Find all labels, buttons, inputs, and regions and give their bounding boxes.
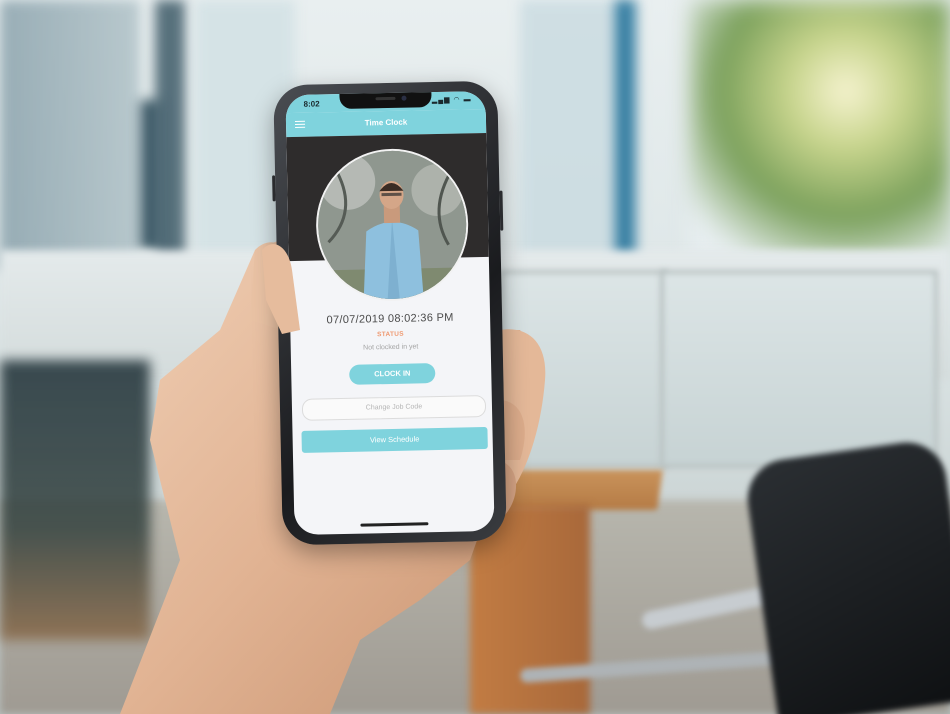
phone-notch <box>339 91 432 110</box>
person-photo <box>316 149 468 301</box>
phone-screen: 8:02 ▂▄▆ ◠ ▬ Time Clock 07/07/2019 08:02… <box>285 90 495 536</box>
clock-in-button[interactable]: CLOCK IN <box>349 363 436 385</box>
signal-icon: ▂▄▆ <box>431 96 451 105</box>
status-label: STATUS <box>376 330 404 339</box>
camera-icon <box>401 95 407 101</box>
battery-icon: ▬ <box>463 96 472 104</box>
wifi-icon: ◠ <box>453 96 461 104</box>
current-datetime: 07/07/2019 08:02:36 PM <box>326 311 454 327</box>
view-schedule-button[interactable]: View Schedule <box>301 426 488 453</box>
status-time: 8:02 <box>303 99 320 109</box>
job-code-field[interactable]: Change Job Code <box>301 395 487 421</box>
phone-device: 8:02 ▂▄▆ ◠ ▬ Time Clock 07/07/2019 08:02… <box>272 80 507 546</box>
menu-icon[interactable] <box>294 120 306 129</box>
app-title: Time Clock <box>364 117 408 128</box>
home-indicator <box>360 522 429 527</box>
status-value: Not clocked in yet <box>363 343 419 352</box>
volume-button <box>272 175 276 202</box>
